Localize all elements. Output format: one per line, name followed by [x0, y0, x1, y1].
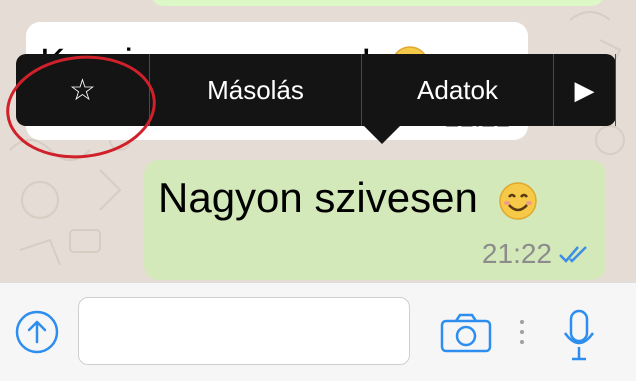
menu-copy-button[interactable]: Másolás — [150, 54, 362, 126]
message-text-input[interactable] — [78, 297, 410, 365]
play-arrow-icon: ▶ — [574, 74, 595, 105]
menu-info-button[interactable]: Adatok — [362, 54, 554, 126]
microphone-icon[interactable] — [562, 309, 596, 361]
menu-pointer-arrow — [364, 126, 400, 144]
vertical-dots-separator — [520, 320, 524, 344]
double-check-read-icon — [559, 246, 587, 263]
menu-star-button[interactable]: ☆ — [16, 54, 150, 126]
message-input-bar — [0, 282, 636, 381]
outgoing-message-bubble-previous — [150, 0, 605, 6]
outgoing-message-text-content: Nagyon szivesen — [158, 174, 478, 221]
outgoing-message-text: Nagyon szivesen — [158, 174, 538, 222]
outgoing-message-time: 21:22 — [481, 238, 552, 269]
message-context-menu: ☆ Másolás Adatok ▶ — [16, 54, 616, 144]
smiley-emoji-icon — [498, 182, 537, 220]
upload-arrow-icon[interactable] — [14, 309, 60, 355]
outgoing-message-bubble[interactable]: Nagyon szivesen 21:22 — [144, 160, 606, 280]
outgoing-message-meta: 21:22 — [482, 238, 592, 270]
camera-icon[interactable] — [440, 313, 492, 353]
star-outline-icon: ☆ — [69, 73, 96, 107]
chat-area: Koszi meg egyszer! 21:21 Nagyon szivesen — [0, 0, 636, 282]
menu-more-button[interactable]: ▶ — [554, 54, 616, 126]
